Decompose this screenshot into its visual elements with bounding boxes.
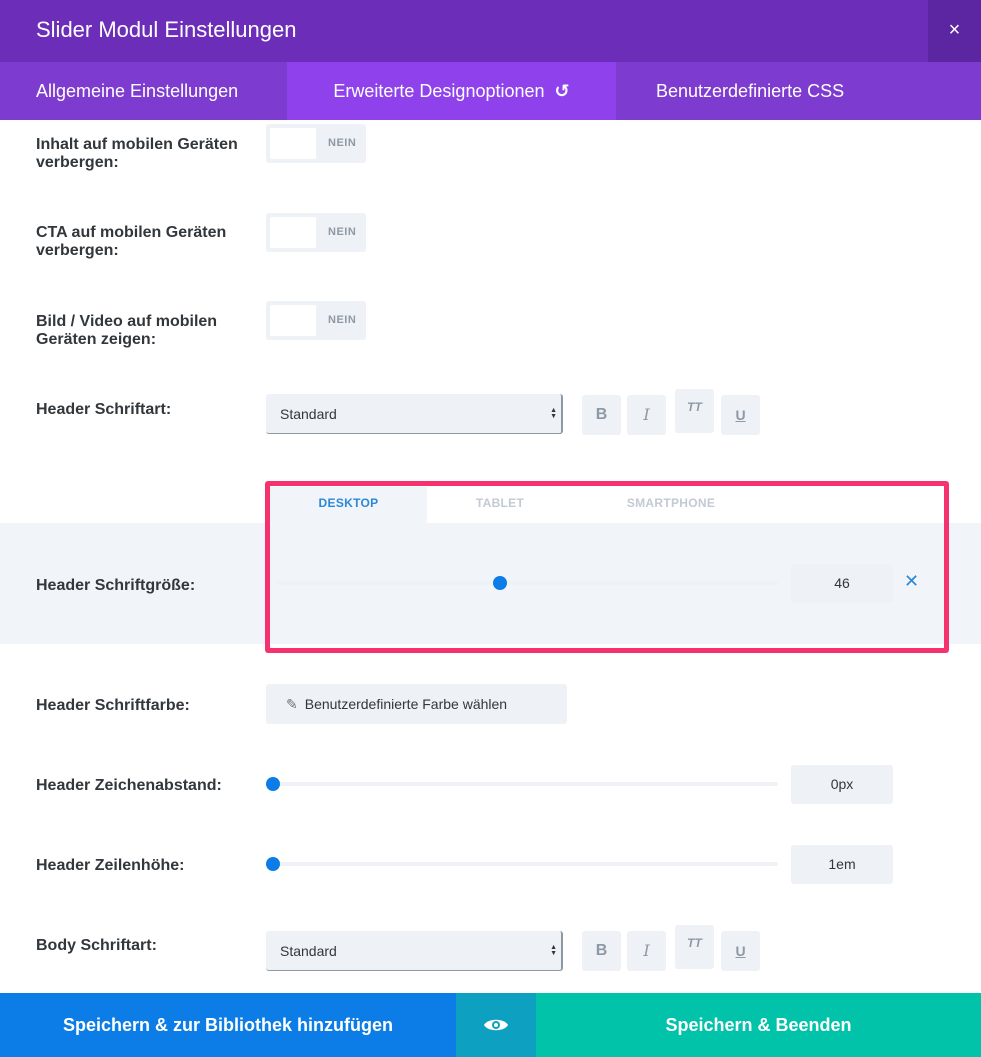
eyedropper-icon: ✎ (286, 696, 298, 712)
color-picker-button[interactable]: ✎ Benutzerdefinierte Farbe wählen (266, 684, 567, 724)
line-height-input[interactable]: 1em (791, 845, 893, 884)
eye-icon (484, 1019, 508, 1031)
save-to-library-button[interactable]: Speichern & zur Bibliothek hinzufügen (0, 993, 456, 1057)
tab-css-label: Benutzerdefinierte CSS (656, 81, 845, 101)
hide-cta-mobile-label: CTA auf mobilen Geräten verbergen: (36, 224, 227, 259)
header-line-height-label: Header Zeilenhöhe: (36, 857, 185, 874)
line-height-slider-handle[interactable] (266, 857, 280, 871)
bold-button[interactable]: B (582, 395, 621, 435)
tab-advanced-label: Erweiterte Designoptionen (333, 81, 545, 101)
tab-general[interactable]: Allgemeine Einstellungen (0, 62, 287, 120)
toggle-value: NEIN (328, 226, 357, 238)
save-and-exit-button[interactable]: Speichern & Beenden (536, 993, 981, 1057)
toggle-knob (270, 305, 316, 336)
tab-custom-css[interactable]: Benutzerdefinierte CSS (616, 62, 981, 120)
letter-spacing-slider-handle[interactable] (266, 777, 280, 791)
toggle-knob (270, 128, 316, 159)
letter-spacing-input[interactable]: 0px (791, 765, 893, 804)
tab-advanced-design[interactable]: Erweiterte Designoptionen ↺ (287, 62, 616, 120)
settings-tabs: Allgemeine Einstellungen Erweiterte Desi… (0, 62, 981, 120)
header-font-label: Header Schriftart: (36, 401, 172, 418)
underline-button[interactable]: U (721, 395, 760, 435)
line-height-slider-track[interactable] (276, 862, 778, 866)
body-font-select[interactable]: Standard ▲ ▼ (266, 931, 563, 971)
modal-title: Slider Modul Einstellungen (36, 17, 297, 42)
hide-cta-mobile-toggle[interactable]: NEIN (266, 213, 366, 252)
uppercase-button[interactable]: TT (675, 925, 714, 969)
body-font-label: Body Schriftart: (36, 937, 157, 954)
uppercase-button[interactable]: TT (675, 389, 714, 433)
highlight-box (265, 481, 949, 653)
undo-icon[interactable]: ↺ (555, 62, 570, 120)
footer-bar: Speichern & zur Bibliothek hinzufügen Sp… (0, 993, 981, 1057)
close-icon[interactable]: × (928, 0, 981, 62)
modal-header: Slider Modul Einstellungen × (0, 0, 981, 62)
settings-panel: Inhalt auf mobilen Geräten verbergen: NE… (0, 120, 981, 993)
toggle-value: NEIN (328, 137, 357, 149)
preview-button[interactable] (456, 993, 536, 1057)
hide-content-mobile-toggle[interactable]: NEIN (266, 124, 366, 163)
select-arrows-icon: ▲ ▼ (550, 407, 557, 420)
bold-button[interactable]: B (582, 931, 621, 971)
show-media-mobile-toggle[interactable]: NEIN (266, 301, 366, 340)
show-media-mobile-label: Bild / Video auf mobilen Geräten zeigen: (36, 313, 218, 348)
color-button-label: Benutzerdefinierte Farbe wählen (304, 696, 508, 712)
italic-button[interactable]: I (627, 395, 666, 435)
header-font-select[interactable]: Standard ▲ ▼ (266, 394, 563, 434)
header-letter-spacing-label: Header Zeichenabstand: (36, 777, 222, 794)
underline-button[interactable]: U (721, 931, 760, 971)
toggle-value: NEIN (328, 314, 357, 326)
header-font-color-label: Header Schriftfarbe: (36, 697, 190, 714)
italic-button[interactable]: I (627, 931, 666, 971)
select-arrows-icon: ▲ ▼ (550, 944, 557, 957)
tab-general-label: Allgemeine Einstellungen (36, 81, 239, 101)
hide-content-mobile-label: Inhalt auf mobilen Geräten verbergen: (36, 136, 238, 171)
header-font-value: Standard (280, 406, 337, 422)
letter-spacing-slider-track[interactable] (276, 782, 778, 786)
toggle-knob (270, 217, 316, 248)
header-font-size-label: Header Schriftgröße: (36, 577, 196, 594)
body-font-value: Standard (280, 943, 337, 959)
